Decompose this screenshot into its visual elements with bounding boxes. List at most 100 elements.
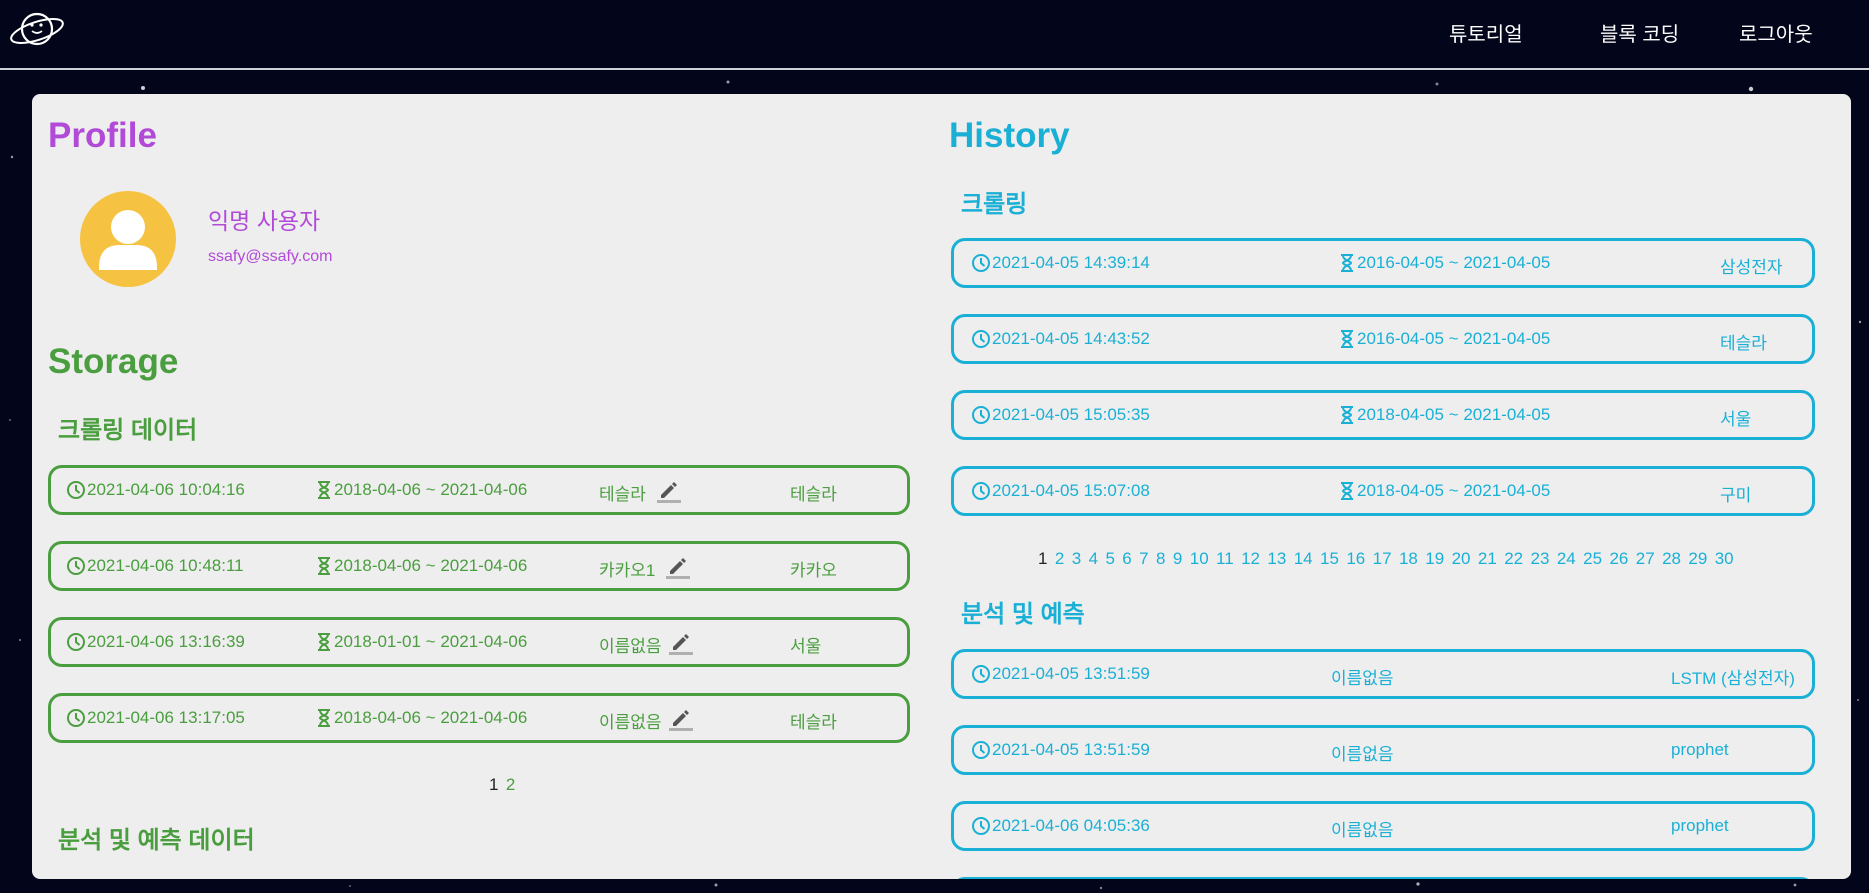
row-date-range: 2018-04-05 ~ 2021-04-05 [1357,481,1551,500]
page-link[interactable]: 18 [1399,549,1418,569]
clock-icon [972,406,990,424]
history-title: History [949,116,1070,155]
page-link[interactable]: 4 [1089,549,1098,569]
pencil-icon[interactable] [668,705,694,731]
row-name: 이름없음 [1331,821,1394,840]
row-keyword: 삼성전자 [1720,258,1783,277]
row-date-range: 2016-04-05 ~ 2021-04-05 [1357,329,1551,348]
history-analysis-row[interactable]: 2021-04-06 04:05:36 이름없음 prophet [951,801,1815,851]
row-time: 2021-04-05 15:05:35 [992,405,1150,424]
page-link[interactable]: 20 [1452,549,1471,569]
nav-tutorial-link[interactable]: 튜토리얼 [1449,18,1523,47]
profile-name: 익명 사용자 [208,208,321,234]
row-model: LSTM (삼성전자) [1671,669,1795,688]
storage-crawling-row[interactable]: 2021-04-06 13:17:05 2018-04-06 ~ 2021-04… [48,693,910,743]
row-time: 2021-04-05 14:43:52 [992,329,1150,348]
page-link[interactable]: 11 [1216,549,1234,569]
page-link[interactable]: 1 [489,775,498,795]
clock-icon [972,665,990,683]
row-time: 2021-04-05 14:39:14 [992,253,1150,272]
clock-icon [972,254,990,272]
page-link[interactable]: 16 [1346,549,1365,569]
page-link[interactable]: 24 [1557,549,1576,569]
history-analysis-row-partial[interactable] [951,877,1815,879]
clock-icon [972,482,990,500]
page-link[interactable]: 9 [1173,549,1182,569]
page-link[interactable]: 28 [1662,549,1681,569]
history-analysis-row[interactable]: 2021-04-05 13:51:59 이름없음 prophet [951,725,1815,775]
page-link[interactable]: 2 [1055,549,1064,569]
page-link[interactable]: 5 [1105,549,1114,569]
page-link[interactable]: 22 [1504,549,1523,569]
page-link[interactable]: 6 [1122,549,1131,569]
row-keyword: 테슬라 [790,713,837,732]
page-link[interactable]: 3 [1072,549,1081,569]
row-name: 테슬라 [599,485,646,504]
row-keyword: 테슬라 [1720,334,1767,353]
main-panel: Profile 익명 사용자 ssafy@ssafy.com Storage 크… [32,94,1851,879]
row-time: 2021-04-06 13:17:05 [87,708,245,727]
page-link[interactable]: 25 [1583,549,1602,569]
row-name: 이름없음 [599,713,662,732]
page-link[interactable]: 29 [1688,549,1707,569]
row-date-range: 2018-01-01 ~ 2021-04-06 [334,632,528,651]
top-navbar: 튜토리얼 블록 코딩 로그아웃 [0,0,1869,70]
hourglass-icon [1341,406,1353,424]
clock-icon [67,481,85,499]
pencil-icon[interactable] [668,629,694,655]
storage-crawling-row[interactable]: 2021-04-06 10:48:11 2018-04-06 ~ 2021-04… [48,541,910,591]
clock-icon [972,741,990,759]
clock-icon [972,817,990,835]
row-keyword: 구미 [1720,486,1752,505]
row-date-range: 2018-04-06 ~ 2021-04-06 [334,708,528,727]
hourglass-icon [318,633,330,651]
storage-title: Storage [48,342,179,381]
row-keyword: 카카오 [790,561,837,580]
nav-block-coding-link[interactable]: 블록 코딩 [1600,18,1679,47]
page-link[interactable]: 13 [1267,549,1286,569]
page-link[interactable]: 7 [1139,549,1148,569]
nav-logout-link[interactable]: 로그아웃 [1739,18,1813,47]
row-time: 2021-04-06 04:05:36 [992,816,1150,835]
page-link[interactable]: 10 [1190,549,1209,569]
clock-icon [67,557,85,575]
page-link[interactable]: 19 [1425,549,1444,569]
history-analysis-row[interactable]: 2021-04-05 13:51:59 이름없음 LSTM (삼성전자) [951,649,1815,699]
history-crawling-row[interactable]: 2021-04-05 14:43:52 2016-04-05 ~ 2021-04… [951,314,1815,364]
page-link[interactable]: 2 [506,775,515,795]
clock-icon [67,709,85,727]
row-name: 이름없음 [1331,745,1394,764]
hourglass-icon [1341,330,1353,348]
pencil-icon[interactable] [665,553,691,579]
hourglass-icon [318,709,330,727]
page-link[interactable]: 27 [1636,549,1655,569]
page-link[interactable]: 30 [1715,549,1734,569]
history-crawling-row[interactable]: 2021-04-05 15:05:35 2018-04-05 ~ 2021-04… [951,390,1815,440]
page-link[interactable]: 17 [1373,549,1392,569]
page-link[interactable]: 21 [1478,549,1497,569]
history-pagination: 1 2 3 4 5 6 7 8 9 10 11 12 13 14 15 16 17 18 19 20 21 22 23 24 2… [1038,549,1741,569]
row-time: 2021-04-06 10:04:16 [87,480,245,499]
storage-crawling-row[interactable]: 2021-04-06 13:16:39 2018-01-01 ~ 2021-04… [48,617,910,667]
page-link[interactable]: 15 [1320,549,1339,569]
storage-crawling-title: 크롤링 데이터 [58,417,198,444]
page-link[interactable]: 1 [1038,549,1047,569]
pencil-icon[interactable] [656,477,682,503]
row-keyword: 서울 [1720,410,1752,429]
user-icon [99,210,157,270]
storage-crawling-row[interactable]: 2021-04-06 10:04:16 2018-04-06 ~ 2021-04… [48,465,910,515]
page-link[interactable]: 23 [1531,549,1550,569]
history-crawling-row[interactable]: 2021-04-05 14:39:14 2016-04-05 ~ 2021-04… [951,238,1815,288]
page-link[interactable]: 14 [1294,549,1313,569]
page-link[interactable]: 26 [1609,549,1628,569]
planet-logo-icon[interactable] [6,6,64,48]
page-link[interactable]: 12 [1241,549,1260,569]
page-link[interactable]: 8 [1156,549,1165,569]
hourglass-icon [1341,482,1353,500]
row-date-range: 2018-04-05 ~ 2021-04-05 [1357,405,1551,424]
row-date-range: 2018-04-06 ~ 2021-04-06 [334,556,528,575]
row-name: 이름없음 [1331,669,1394,688]
history-analysis-title: 분석 및 예측 [961,601,1085,628]
row-time: 2021-04-06 10:48:11 [87,556,244,575]
history-crawling-row[interactable]: 2021-04-05 15:07:08 2018-04-05 ~ 2021-04… [951,466,1815,516]
